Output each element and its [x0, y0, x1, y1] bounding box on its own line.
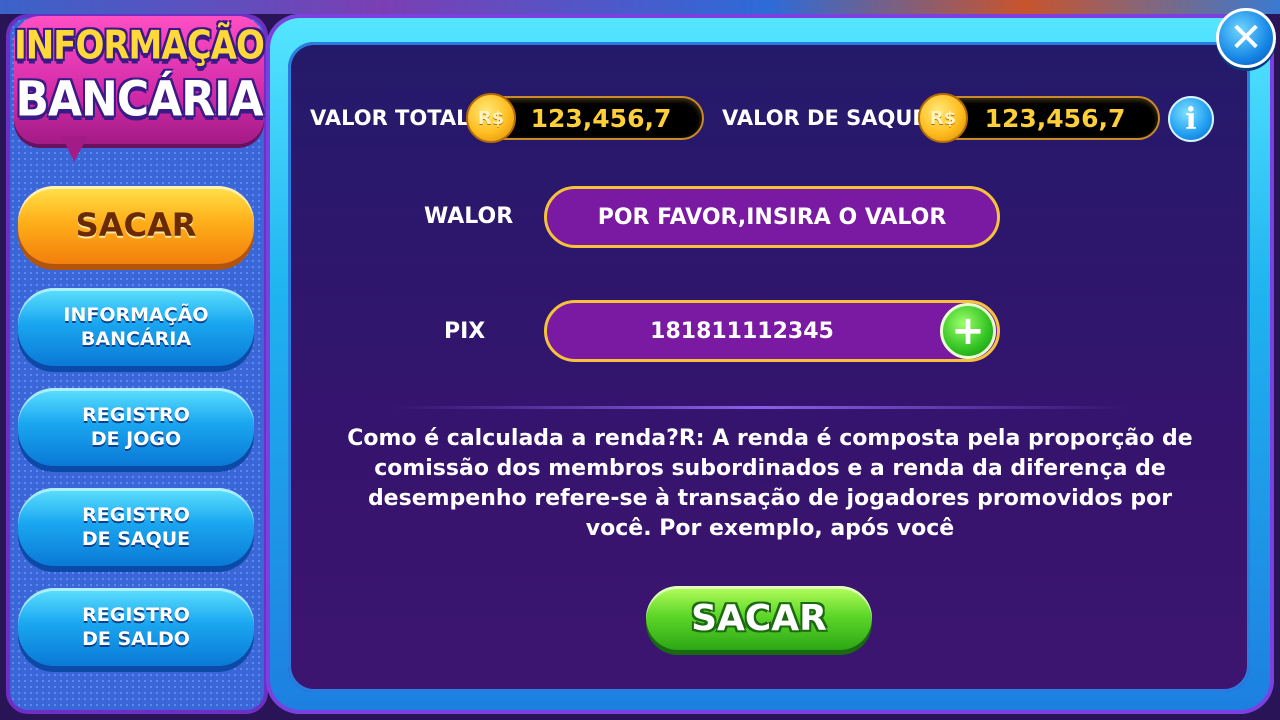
- close-button[interactable]: ✕: [1216, 8, 1276, 68]
- amount-label: WALOR: [424, 204, 514, 229]
- sidebar-item-label-line1: REGISTRO: [82, 404, 190, 426]
- pix-value: 181811112345: [650, 318, 834, 344]
- sidebar-item-registro-de-jogo[interactable]: REGISTRO DE JOGO: [18, 388, 254, 466]
- sidebar-item-label: REGISTRO DE JOGO: [82, 403, 190, 451]
- sidebar-item-label-line2: BANCÁRIA: [80, 328, 192, 350]
- divider: [390, 406, 1130, 409]
- withdraw-submit-button[interactable]: SACAR: [646, 586, 872, 650]
- sidebar-item-registro-de-saldo[interactable]: REGISTRO DE SALDO: [18, 588, 254, 666]
- sidebar-item-label-line2: DE JOGO: [90, 428, 182, 450]
- sidebar-item-registro-de-saque[interactable]: REGISTRO DE SAQUE: [18, 488, 254, 566]
- plus-icon: +: [951, 308, 985, 354]
- title-banner-tail: [62, 136, 88, 162]
- sidebar-item-label: REGISTRO DE SAQUE: [82, 503, 190, 551]
- sidebar-item-sacar[interactable]: SACAR: [18, 186, 254, 264]
- page-title-line1: INFORMAÇÃO: [14, 23, 265, 69]
- amount-input[interactable]: POR FAVOR,INSIRA O VALOR: [544, 186, 1000, 248]
- sidebar-item-label: INFORMAÇÃO BANCÁRIA: [63, 303, 208, 351]
- withdraw-submit-label: SACAR: [691, 597, 827, 639]
- sidebar-item-label-line2: DE SALDO: [82, 628, 190, 650]
- close-icon: ✕: [1229, 15, 1263, 61]
- withdraw-value-amount: 123,456,7: [984, 103, 1126, 133]
- coin-icon: R$: [918, 93, 968, 143]
- sidebar-item-label-line1: REGISTRO: [82, 604, 190, 626]
- currency-symbol: R$: [929, 107, 957, 129]
- pix-label: PIX: [444, 319, 486, 344]
- sidebar-item-label-line1: REGISTRO: [82, 504, 190, 526]
- sidebar-item-label-line1: INFORMAÇÃO: [63, 304, 209, 326]
- page-title-banner: INFORMAÇÃO BANCÁRIA: [14, 16, 265, 144]
- pix-field[interactable]: 181811112345: [544, 300, 1000, 362]
- add-pix-button[interactable]: +: [940, 303, 996, 359]
- sidebar-item-informacao-bancaria[interactable]: INFORMAÇÃO BANCÁRIA: [18, 288, 254, 366]
- total-value-amount: 123,456,7: [530, 103, 672, 133]
- coin-icon: R$: [466, 93, 516, 143]
- withdraw-value-label: VALOR DE SAQUE: [722, 106, 927, 130]
- total-value-label: VALOR TOTAL: [310, 106, 470, 130]
- amount-placeholder: POR FAVOR,INSIRA O VALOR: [597, 204, 947, 230]
- background-strip: [0, 0, 1280, 14]
- page-title-line2: BANCÁRIA: [15, 71, 263, 128]
- income-description: Como é calculada a renda?R: A renda é co…: [347, 426, 1193, 541]
- sidebar-item-label-line2: DE SAQUE: [81, 528, 191, 550]
- currency-symbol: R$: [477, 107, 505, 129]
- info-icon: i: [1185, 101, 1197, 137]
- sidebar-item-label: REGISTRO DE SALDO: [82, 603, 190, 651]
- info-button[interactable]: i: [1168, 96, 1214, 142]
- sidebar-item-label: SACAR: [75, 206, 197, 244]
